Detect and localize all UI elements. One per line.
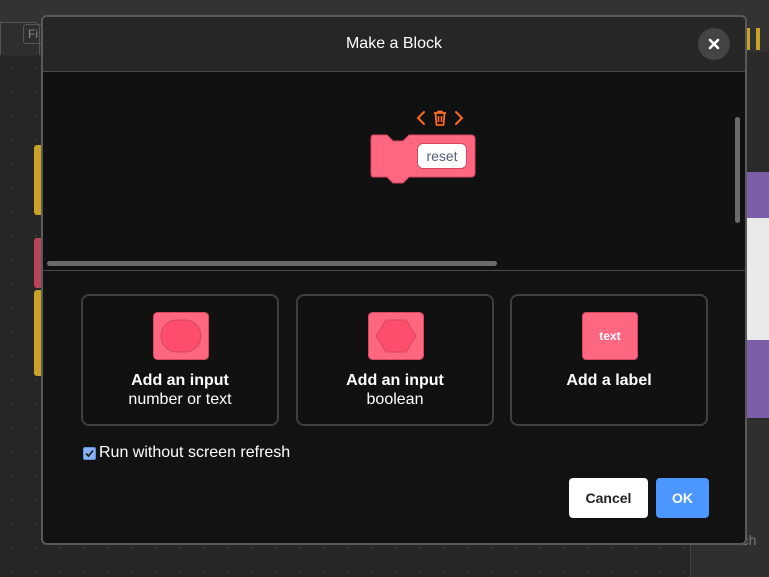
block-controls [416,107,464,129]
preview-horizontal-scrollbar[interactable] [47,261,497,266]
option-title: Add a label [566,372,652,389]
ok-button[interactable]: OK [656,478,709,518]
add-boolean-input-option[interactable]: Add an input boolean [296,294,494,426]
run-without-refresh-label[interactable]: Run without screen refresh [99,444,290,462]
block-preview-area: reset [43,72,745,271]
run-without-refresh-checkbox[interactable] [83,446,96,460]
block-options: Add an input number or text Add an input… [81,294,709,426]
close-button[interactable] [698,28,730,60]
block-name-input[interactable]: reset [417,143,467,169]
preview-vertical-scrollbar[interactable] [735,117,740,223]
run-without-refresh-row: Run without screen refresh [83,444,290,462]
cancel-button[interactable]: Cancel [569,478,648,518]
option-subtitle: number or text [128,391,232,408]
add-label-option[interactable]: text Add a label [510,294,708,426]
trash-icon[interactable] [431,109,449,127]
option-subtitle: boolean [366,391,424,408]
add-number-text-input-option[interactable]: Add an input number or text [81,294,279,426]
chevron-right-icon[interactable] [454,110,464,126]
option-title: Add an input [131,372,229,389]
boolean-input-icon [368,312,424,360]
toolbar-edge-marker [756,28,760,50]
chevron-left-icon[interactable] [416,110,426,126]
close-icon [708,38,720,50]
dialog-title: Make a Block [345,35,443,52]
round-input-icon [153,312,209,360]
text-label-icon: text [582,312,638,360]
stage-sprite-edge [745,172,769,218]
stage-sprite-edge [745,340,769,418]
checkmark-icon [85,449,94,457]
make-a-block-dialog: Make a Block reset Add an input number o… [41,15,747,545]
dialog-header: Make a Block [43,17,745,72]
option-title: Add an input [346,372,444,389]
